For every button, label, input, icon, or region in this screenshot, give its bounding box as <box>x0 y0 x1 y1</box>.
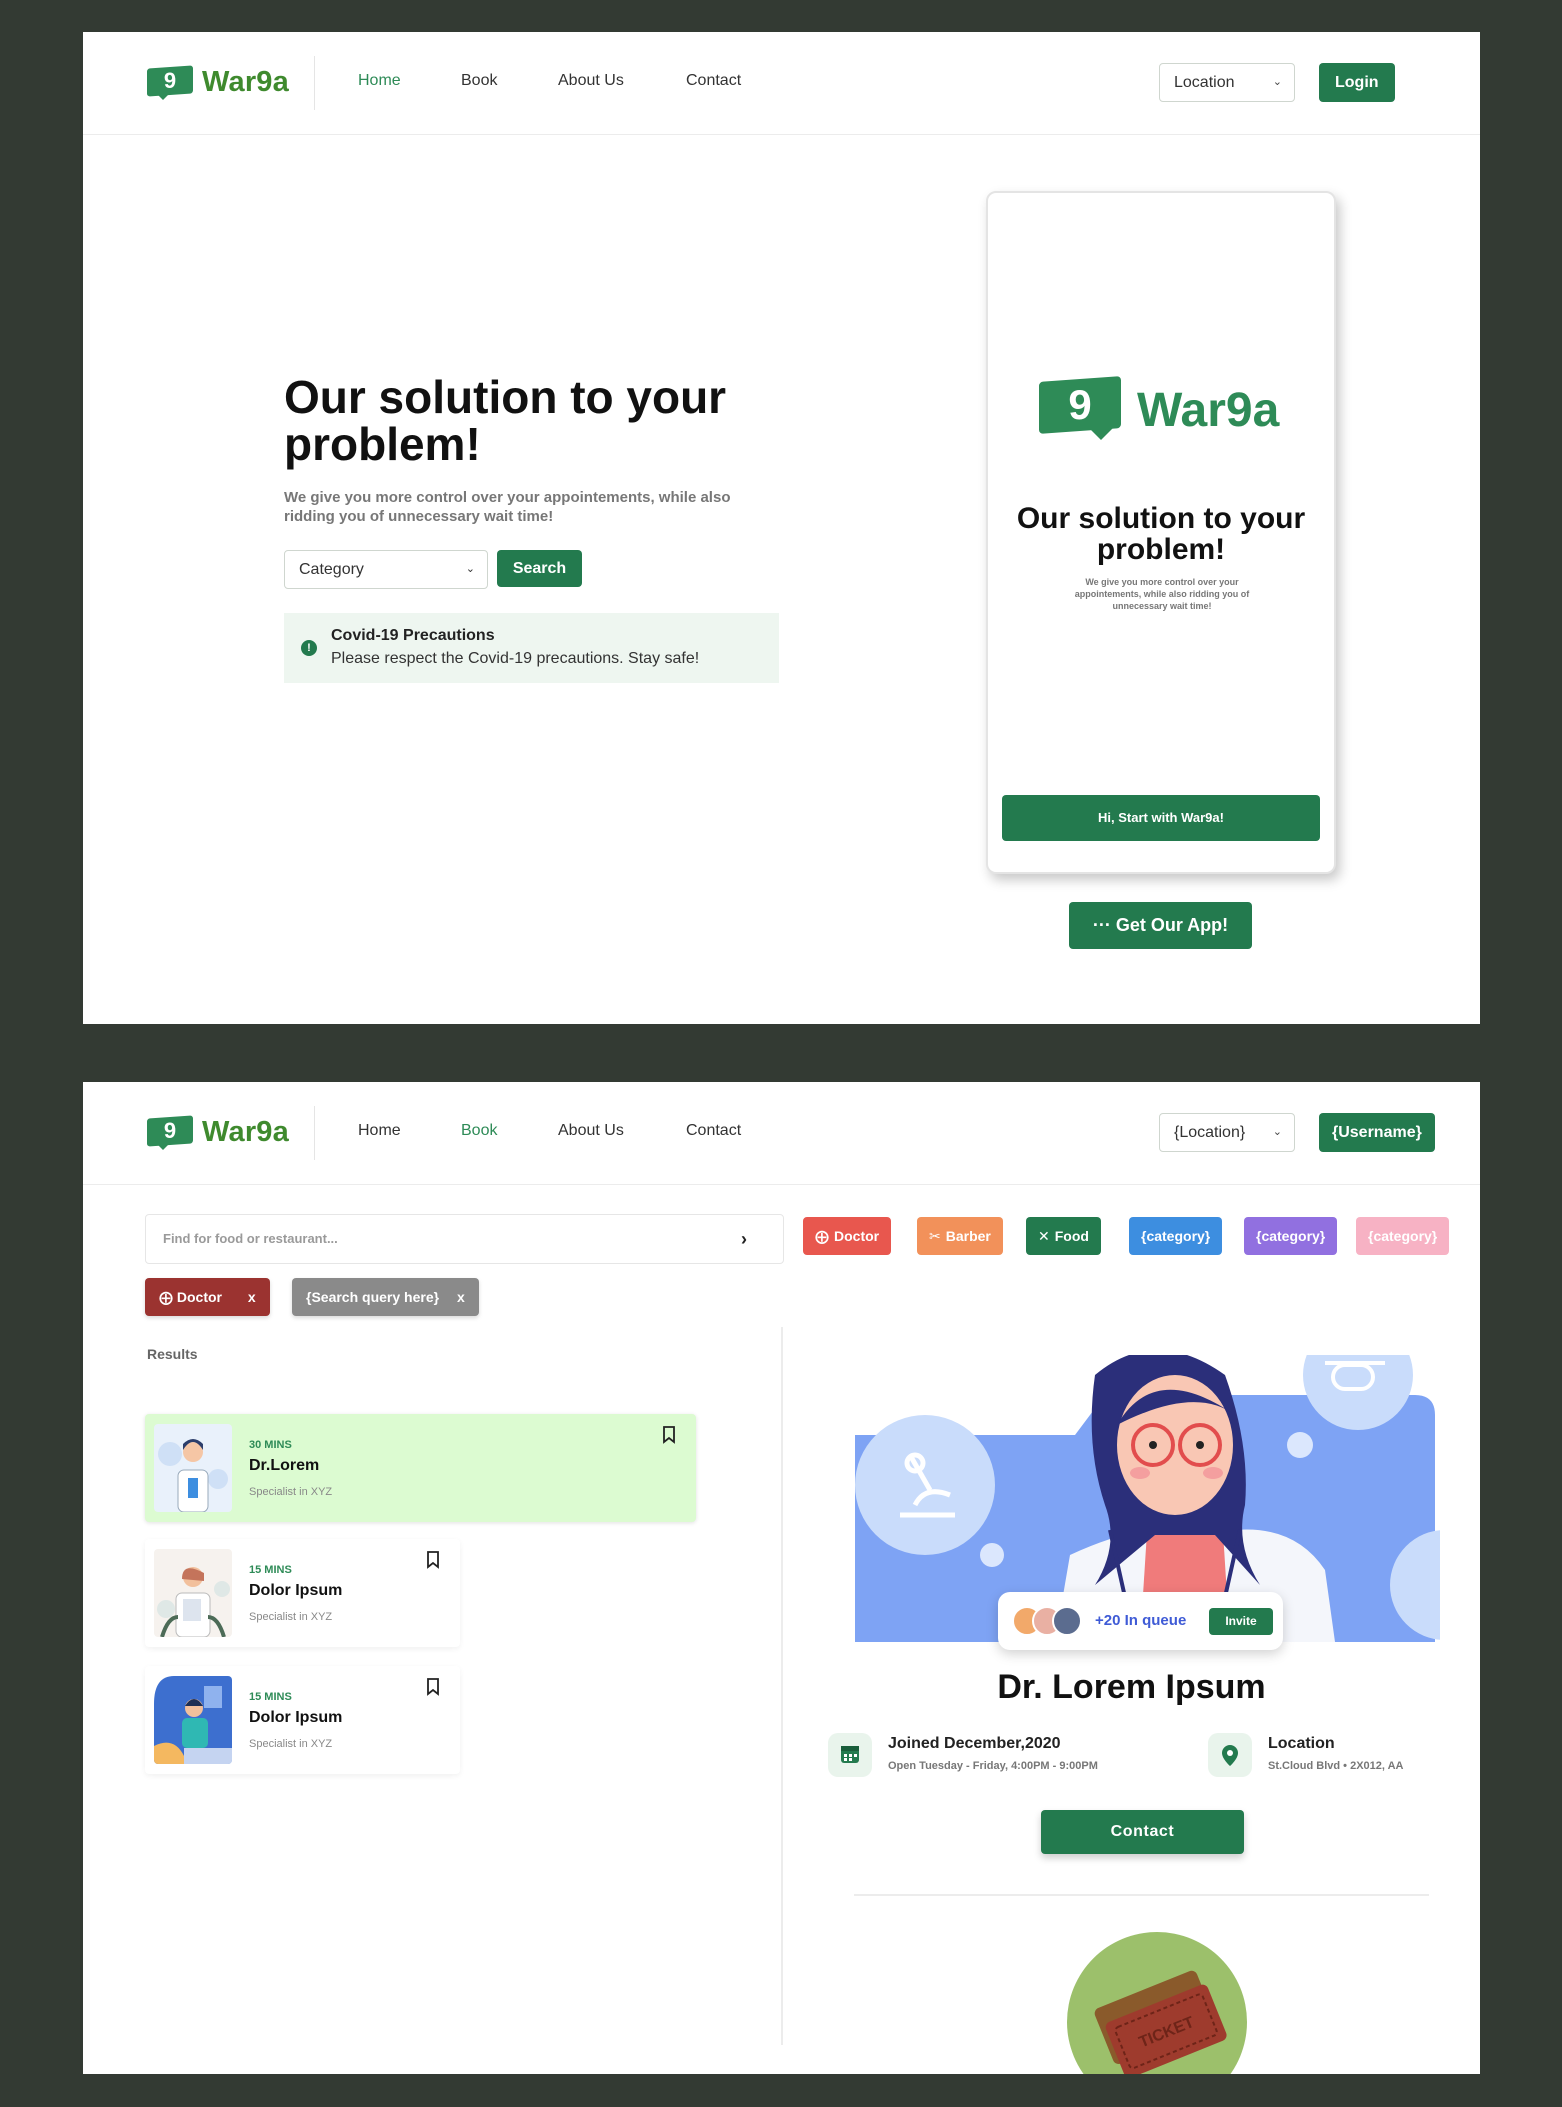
landing-screen: 9 War9a Home Book About Us Contact Locat… <box>83 32 1480 1024</box>
info-icon: ! <box>301 640 317 656</box>
nav-about-us[interactable]: About Us <box>558 72 624 90</box>
doctor-detail-name: Dr. Lorem Ipsum <box>997 1668 1266 1706</box>
category-select[interactable]: Category ⌄ <box>284 550 488 589</box>
doctor-name: Dolor Ipsum <box>249 1582 343 1599</box>
start-button[interactable]: Hi, Start with War9a! <box>1002 795 1320 841</box>
doctor-specialty: Specialist in XYZ <box>249 1611 333 1623</box>
filter-tag-doctor: ⨁ Doctor x <box>145 1278 270 1316</box>
chevron-down-icon: ⌄ <box>1272 1126 1282 1138</box>
result-card[interactable]: 15 MINS Dolor Ipsum Specialist in XYZ <box>145 1539 460 1647</box>
category-chip-barber[interactable]: ✂ Barber <box>917 1217 1003 1255</box>
phone-mockup: 9 War9a Our solution to your problem! We… <box>986 191 1336 874</box>
invite-button[interactable]: Invite <box>1209 1608 1273 1635</box>
doctor-icon: ⨁ <box>159 1289 173 1305</box>
bookmark-icon[interactable] <box>426 1551 440 1569</box>
results-label: Results <box>147 1346 198 1362</box>
covid-notice: ! Covid-19 Precautions Please respect th… <box>284 613 779 683</box>
doctor-specialty: Specialist in XYZ <box>249 1738 333 1750</box>
filter-tag-label: {Search query here} <box>306 1289 440 1305</box>
doctor-specialty: Specialist in XYZ <box>249 1486 333 1498</box>
phone-logo-text: War9a <box>1137 383 1280 437</box>
logo[interactable]: 9 War9a <box>147 64 289 100</box>
nav-divider <box>314 56 315 110</box>
calendar-icon <box>828 1733 872 1777</box>
nav-home[interactable]: Home <box>358 1122 401 1140</box>
location-select-value: Location <box>1174 74 1235 91</box>
navbar: 9 War9a Home Book About Us Contact Locat… <box>83 32 1480 135</box>
filter-tag-query: {Search query here} x <box>292 1278 479 1316</box>
nav-home[interactable]: Home <box>358 72 401 90</box>
doctor-avatar <box>154 1549 232 1637</box>
joined-date: Joined December,2020 <box>888 1735 1061 1752</box>
chevron-down-icon: ⌄ <box>465 563 475 575</box>
avatar <box>1052 1606 1082 1636</box>
nav-book[interactable]: Book <box>461 72 497 90</box>
location-select[interactable]: Location ⌄ <box>1159 63 1295 102</box>
chevron-right-icon[interactable]: › <box>741 1215 747 1263</box>
login-button[interactable]: Login <box>1319 63 1395 102</box>
wait-time: 30 MINS <box>249 1439 292 1451</box>
nav-divider <box>314 1106 315 1160</box>
phone-subtitle: We give you more control over your appoi… <box>1074 577 1250 611</box>
category-chip-generic-1[interactable]: {category} <box>1129 1217 1223 1255</box>
logo-text: War9a <box>202 1116 289 1148</box>
scissors-icon: ✂ <box>929 1228 941 1244</box>
filter-tag-label: Doctor <box>176 1289 223 1305</box>
nav-about-us[interactable]: About Us <box>558 1122 624 1140</box>
category-chip-food[interactable]: ✕ Food <box>1026 1217 1101 1255</box>
category-select-value: Category <box>299 561 364 578</box>
notice-title: Covid-19 Precautions <box>331 627 495 644</box>
category-chip-generic-3[interactable]: {category} <box>1356 1217 1450 1255</box>
search-button[interactable]: Search <box>497 550 582 587</box>
remove-filter-button[interactable]: x <box>457 1289 465 1305</box>
wait-time: 15 MINS <box>249 1691 292 1703</box>
doctor-name: Dr.Lorem <box>249 1457 320 1474</box>
navbar: 9 War9a Home Book About Us Contact {Loca… <box>83 1082 1480 1185</box>
nav-contact[interactable]: Contact <box>686 1122 741 1140</box>
category-chip-doctor[interactable]: ⨁ Doctor <box>803 1217 892 1255</box>
location-address: St.Cloud Blvd • 2X012, AA <box>1268 1760 1404 1772</box>
username-button[interactable]: {Username} <box>1319 1113 1435 1152</box>
section-divider <box>854 1894 1429 1896</box>
location-pin-icon <box>1208 1733 1252 1777</box>
utensils-icon: ✕ <box>1038 1228 1050 1244</box>
doctor-avatar <box>154 1424 232 1512</box>
chevron-down-icon: ⌄ <box>1272 76 1282 88</box>
hero-title: Our solution to your problem! <box>284 371 727 470</box>
bookmark-icon[interactable] <box>662 1426 676 1444</box>
queue-card: +20 In queue Invite <box>998 1592 1283 1650</box>
hero-subtitle: We give you more control over your appoi… <box>284 489 731 525</box>
queue-count: +20 In queue <box>1095 1612 1187 1629</box>
result-card[interactable]: 15 MINS Dolor Ipsum Specialist in XYZ <box>145 1666 460 1774</box>
logo[interactable]: 9 War9a <box>147 1114 289 1150</box>
notice-body: Please respect the Covid-19 precautions.… <box>331 650 700 667</box>
location-select[interactable]: {Location} ⌄ <box>1159 1113 1295 1152</box>
location-select-value: {Location} <box>1174 1124 1246 1141</box>
opening-hours: Open Tuesday - Friday, 4:00PM - 9:00PM <box>888 1760 1098 1772</box>
doctor-icon: ⨁ <box>815 1228 829 1244</box>
get-app-button[interactable]: ··· Get Our App! <box>1069 902 1252 949</box>
logo-badge-icon: 9 <box>147 1114 193 1150</box>
nav-contact[interactable]: Contact <box>686 72 741 90</box>
ticket-illustration: TICKET <box>1067 1932 1247 2074</box>
search-input[interactable]: Find for food or restaurant... › <box>145 1214 784 1264</box>
nav-book[interactable]: Book <box>461 1122 497 1140</box>
contact-button[interactable]: Contact <box>1041 1810 1244 1854</box>
search-placeholder: Find for food or restaurant... <box>163 1231 338 1246</box>
logo-badge-icon: 9 <box>1039 376 1123 441</box>
doctor-name: Dolor Ipsum <box>249 1709 343 1726</box>
remove-filter-button[interactable]: x <box>248 1289 256 1305</box>
logo-badge-icon: 9 <box>147 64 193 100</box>
phone-logo: 9 War9a <box>1039 376 1280 441</box>
category-chip-generic-2[interactable]: {category} <box>1244 1217 1338 1255</box>
phone-title: Our solution to your problem! <box>1016 502 1306 566</box>
location-title: Location <box>1268 1735 1335 1752</box>
bookmark-icon[interactable] <box>426 1678 440 1696</box>
result-card[interactable]: 30 MINS Dr.Lorem Specialist in XYZ <box>145 1414 696 1522</box>
logo-text: War9a <box>202 66 289 98</box>
book-screen: 9 War9a Home Book About Us Contact {Loca… <box>83 1082 1480 2074</box>
wait-time: 15 MINS <box>249 1564 292 1576</box>
doctor-avatar <box>154 1676 232 1764</box>
